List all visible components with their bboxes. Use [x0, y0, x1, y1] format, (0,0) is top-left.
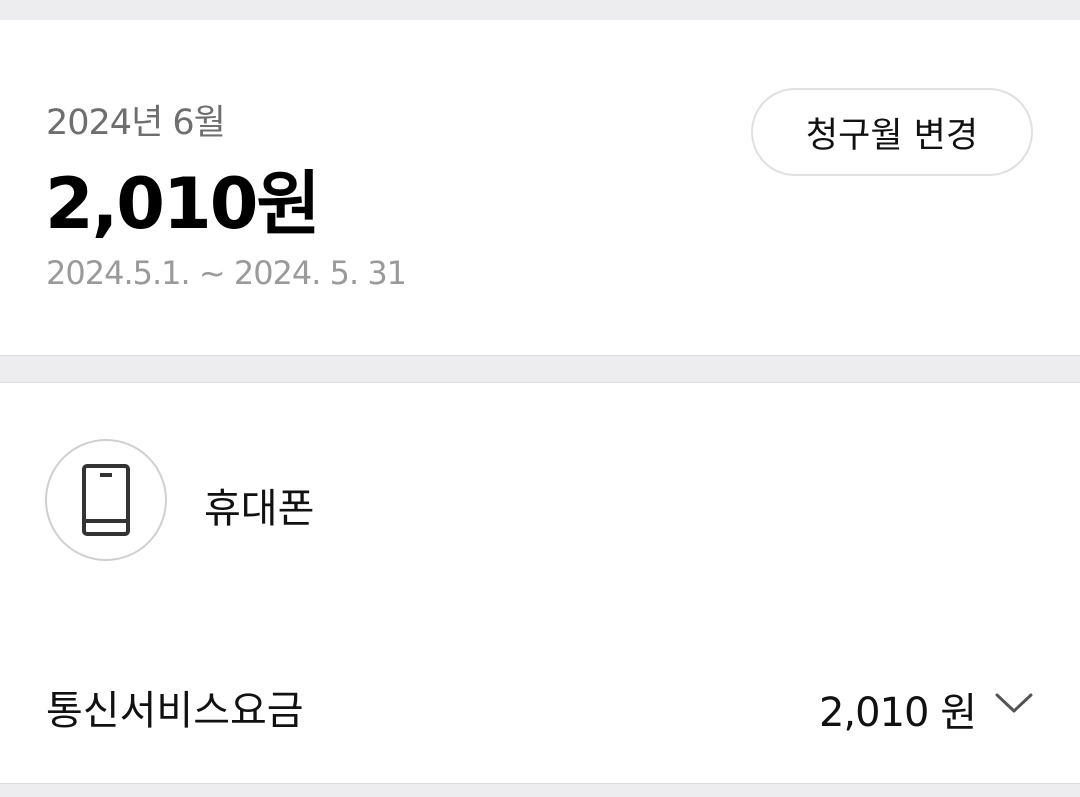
- service-fee-label: 통신서비스요금: [46, 688, 304, 734]
- billing-period: 2024.5.1. ~ 2024. 5. 31: [46, 254, 407, 292]
- bill-detail-card: 휴대폰 통신서비스요금 2,010 원: [0, 382, 1080, 784]
- top-spacer: [0, 0, 1080, 20]
- device-icon-circle: [45, 439, 167, 561]
- service-fee-row[interactable]: 통신서비스요금 2,010 원: [0, 658, 1080, 748]
- device-type-label: 휴대폰: [204, 486, 315, 532]
- chevron-down-icon[interactable]: [994, 690, 1034, 716]
- bill-summary-card: 2024년 6월 2,010원 2024.5.1. ~ 2024. 5. 31 …: [0, 20, 1080, 356]
- service-fee-amount: 2,010 원: [818, 690, 977, 736]
- billing-month: 2024년 6월: [46, 103, 226, 143]
- total-amount: 2,010원: [45, 163, 321, 245]
- mobile-phone-icon: [82, 464, 130, 536]
- change-billing-month-button[interactable]: 청구월 변경: [751, 88, 1033, 176]
